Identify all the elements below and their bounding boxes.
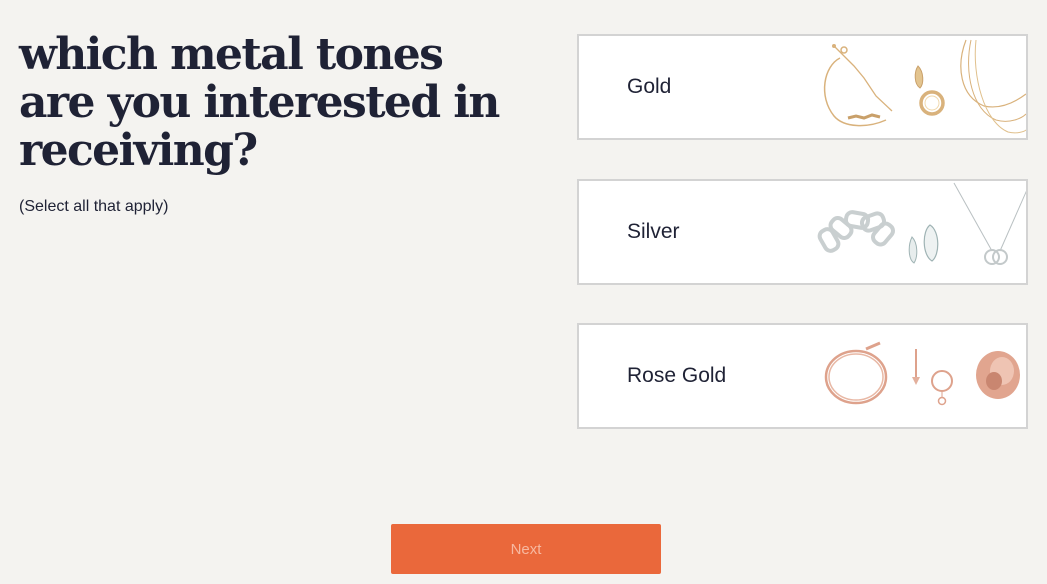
gold-jewelry-image <box>823 39 1026 134</box>
option-silver-label: Silver <box>627 220 680 243</box>
silver-jewelry-image <box>817 182 1026 265</box>
next-button[interactable]: Next <box>391 524 661 574</box>
option-rose-gold-label: Rose Gold <box>627 364 727 387</box>
select-hint: (Select all that apply) <box>19 198 169 215</box>
rose-gold-jewelry-image <box>824 341 1020 406</box>
option-silver[interactable]: Silver <box>577 179 1028 285</box>
option-gold-label: Gold <box>627 75 672 98</box>
question-title: which metal tones are you interested in … <box>19 29 500 176</box>
option-gold[interactable]: Gold <box>577 34 1028 140</box>
option-rose-gold[interactable]: Rose Gold <box>577 323 1028 429</box>
